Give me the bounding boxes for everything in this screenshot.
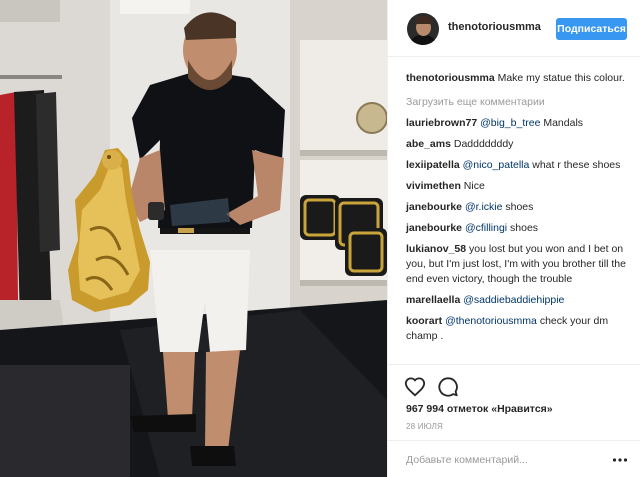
comment-text: what r these shoes [529,159,621,171]
photo-illustration [0,0,387,477]
comment-text: shoes [507,222,539,234]
comment-username[interactable]: koorart [406,315,442,327]
comment-item: lukianov_58 you lost but you won and I b… [406,242,627,287]
comment-username[interactable]: janebourke [406,222,462,234]
instagram-post: thenotoriousmma Подписаться thenotorious… [0,0,640,477]
comment-item: janebourke @r.ickie shoes [406,200,627,215]
caption: thenotoriousmma Make my statue this colo… [406,71,627,86]
post-photo[interactable] [0,0,387,477]
comment-item: janebourke @cfillingi shoes [406,221,627,236]
likes-count[interactable]: 967 994 отметок «Нравится» [406,403,553,415]
comments-list[interactable]: thenotoriousmma Make my statue this colo… [388,57,640,365]
heart-icon[interactable] [404,376,426,398]
comment-item: abe_ams Dadddddddy [406,137,627,152]
more-options-icon[interactable] [612,454,628,466]
comment-mention[interactable]: @saddiebaddiehippie [463,294,564,306]
comment-item: vivimethen Nice [406,179,627,194]
comment-input[interactable] [406,452,606,468]
comment-username[interactable]: lukianov_58 [406,243,466,255]
comment-text: shoes [502,201,534,213]
comment-mention[interactable]: @big_b_tree [480,117,540,129]
comment-mention[interactable]: @cfillingi [465,222,507,234]
comment-mention[interactable]: @thenotoriousmma [445,315,537,327]
avatar[interactable] [407,13,439,45]
comment-item: lexiipatella @nico_patella what r these … [406,158,627,173]
caption-username[interactable]: thenotoriousmma [406,72,495,84]
comment-username[interactable]: janebourke [406,201,462,213]
comment-mention[interactable]: @nico_patella [463,159,530,171]
comment-item: marellaella @saddiebaddiehippie [406,293,627,308]
comment-mention[interactable]: @r.ickie [465,201,503,213]
load-more-comments-link[interactable]: Загрузить еще комментарии [406,95,627,110]
comment-username[interactable]: lexiipatella [406,159,460,171]
post-sidebar: thenotoriousmma Подписаться thenotorious… [387,0,640,477]
comment-text: Dadddddddy [450,138,514,150]
add-comment-bar [388,440,640,477]
comment-text: Nice [460,180,485,192]
comment-bubble-icon[interactable] [437,376,459,398]
comment-username[interactable]: lauriebrown77 [406,117,477,129]
comment-item: koorart @thenotoriousmma check your dm c… [406,314,627,344]
post-header: thenotoriousmma Подписаться [388,0,640,57]
comment-username[interactable]: vivimethen [406,180,461,192]
caption-text: Make my statue this colour. [494,72,625,84]
header-username[interactable]: thenotoriousmma [448,21,541,33]
comment-username[interactable]: marellaella [406,294,460,306]
post-actions [388,364,640,408]
comment-item: lauriebrown77 @big_b_tree Mandals [406,116,627,131]
post-date: 28 ИЮЛЯ [406,422,444,431]
comment-username[interactable]: abe_ams [406,138,451,150]
comment-text: Mandals [540,117,584,129]
follow-button[interactable]: Подписаться [556,18,627,40]
